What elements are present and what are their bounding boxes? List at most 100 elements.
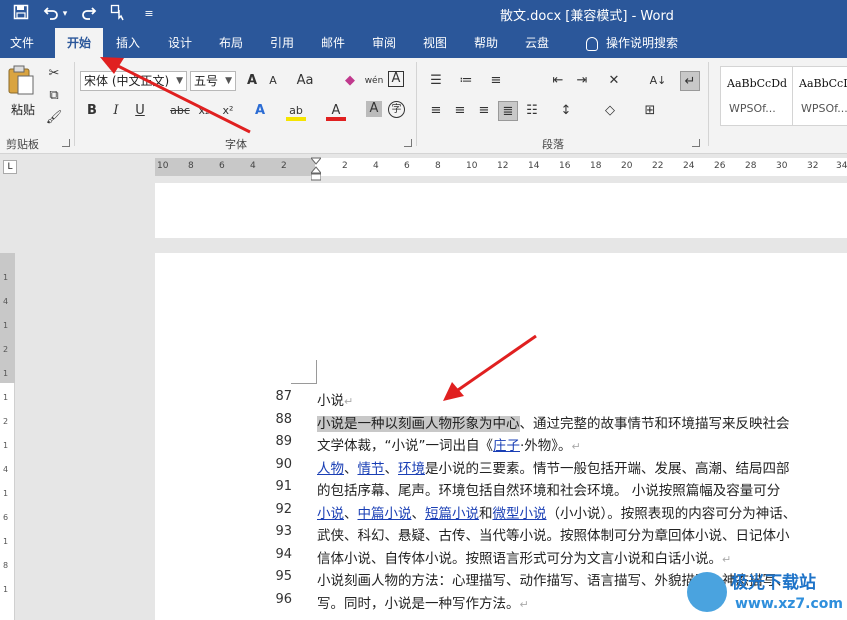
- justify-icon[interactable]: ≣: [498, 101, 518, 121]
- tab-mailings[interactable]: 邮件: [311, 28, 355, 58]
- strikethrough-button[interactable]: abc: [168, 101, 192, 121]
- ruler-number: 6: [404, 161, 410, 171]
- hyperlink[interactable]: 庄子: [493, 438, 520, 454]
- tab-layout[interactable]: 布局: [209, 28, 253, 58]
- character-shading-icon[interactable]: A: [366, 101, 382, 117]
- font-size-value: 五号: [194, 74, 219, 88]
- horizontal-ruler[interactable]: 10 8 6 4 2 2 4 6 8 10 12 14 16 18 20 22 24 26 28 30 32 34: [155, 158, 847, 176]
- ruler-number: 24: [683, 161, 695, 171]
- style-normal[interactable]: AaBbCcDd WPSOf...: [720, 66, 798, 126]
- text-run: 文学体裁，“小说”一词出自《: [317, 438, 493, 454]
- hyperlink[interactable]: 人物: [317, 461, 344, 477]
- bold-button[interactable]: B: [82, 101, 102, 121]
- tab-cloud[interactable]: 云盘: [515, 28, 559, 58]
- hyperlink[interactable]: 微型小说: [493, 506, 547, 522]
- text-line[interactable]: 文学体裁，“小说”一词出自《庄子·外物》。↵: [317, 434, 581, 454]
- style-no-spacing[interactable]: AaBbCcDd WPSOf...: [792, 66, 847, 126]
- clipboard-group-label: 剪贴板: [6, 138, 39, 151]
- text-run: 、通过完整的故事情节和环境描写来反映社会: [519, 415, 790, 432]
- decrease-indent-icon[interactable]: ⇤: [548, 71, 568, 91]
- tab-insert[interactable]: 插入: [106, 28, 150, 58]
- text-line[interactable]: 小说↵: [317, 389, 353, 409]
- text-line[interactable]: 小说是一种以刻画人物形象为中心、通过完整的故事情节和环境描写来反映社会: [317, 412, 790, 432]
- tab-references[interactable]: 引用: [260, 28, 304, 58]
- vertical-ruler-number: 8: [3, 561, 9, 570]
- redo-icon[interactable]: [80, 4, 98, 24]
- hyperlink[interactable]: 环境: [398, 461, 425, 477]
- borders-icon[interactable]: ⊞: [640, 101, 660, 121]
- vertical-ruler[interactable]: 1 4 1 2 1 1 2 1 4 1 6 1 8 1: [0, 253, 15, 620]
- chinese-layout-icon[interactable]: ✕: [604, 71, 624, 91]
- paragraph-launcher-icon[interactable]: [692, 139, 700, 147]
- bullets-icon[interactable]: ☰: [426, 71, 446, 91]
- text-line[interactable]: 人物、情节、环境是小说的三要素。情节一般包括开端、发展、高潮、结局四部: [317, 457, 790, 477]
- hyperlink[interactable]: 中篇小说: [358, 506, 412, 522]
- align-left-icon[interactable]: ≡: [426, 101, 446, 121]
- font-launcher-icon[interactable]: [404, 139, 412, 147]
- vertical-ruler-number: 2: [3, 417, 9, 426]
- undo-dropdown-icon[interactable]: ▾: [60, 4, 70, 24]
- text-line[interactable]: 写。同时，小说是一种写作方法。↵: [317, 592, 529, 612]
- text-run: 信体小说、自传体小说。按照语言形式可分为文言小说和白话小说。: [317, 550, 722, 567]
- increase-indent-icon[interactable]: ⇥: [572, 71, 592, 91]
- hyperlink[interactable]: 小说: [317, 506, 344, 522]
- phonetic-guide-icon[interactable]: wén: [364, 71, 384, 91]
- customize-icon[interactable]: ≡: [140, 4, 158, 24]
- font-group-label: 字体: [225, 138, 247, 151]
- line-number: 96: [275, 591, 292, 607]
- line-spacing-icon[interactable]: ↕: [556, 101, 576, 121]
- separator: [708, 62, 709, 146]
- tab-selector[interactable]: L: [3, 160, 17, 174]
- format-painter-icon[interactable]: 🖌: [44, 108, 64, 128]
- font-name-combo[interactable]: 宋体 (中文正文) ▼: [80, 71, 187, 91]
- superscript-button[interactable]: x²: [218, 101, 238, 121]
- copy-icon[interactable]: ⧉: [44, 86, 64, 106]
- tab-tell-me[interactable]: 操作说明搜索: [572, 28, 692, 58]
- enclose-characters-icon[interactable]: 字: [388, 101, 405, 118]
- shading-icon[interactable]: ◇: [600, 101, 620, 121]
- distributed-icon[interactable]: ☷: [522, 101, 542, 121]
- align-right-icon[interactable]: ≡: [474, 101, 494, 121]
- text-line[interactable]: 信体小说、自传体小说。按照语言形式可分为文言小说和白话小说。↵: [317, 547, 731, 567]
- text-line[interactable]: 的包括序幕、尾声。环境包括自然环境和社会环境。 小说按照篇幅及容量可分: [317, 479, 780, 499]
- tab-home[interactable]: 开始: [55, 28, 103, 58]
- show-marks-icon[interactable]: ↵: [680, 71, 700, 91]
- grow-font-icon[interactable]: A: [242, 71, 262, 91]
- subscript-button[interactable]: x₂: [194, 101, 214, 121]
- paragraph-mark: ↵: [571, 440, 581, 453]
- font-size-combo[interactable]: 五号 ▼: [190, 71, 236, 91]
- clipboard-launcher-icon[interactable]: [62, 139, 70, 147]
- character-border-icon[interactable]: A: [388, 71, 404, 87]
- numbering-icon[interactable]: ≔: [456, 71, 476, 91]
- line-number: 93: [275, 524, 292, 539]
- style-sample: AaBbCcDd: [727, 77, 788, 90]
- change-case-icon[interactable]: Aa: [293, 71, 317, 91]
- undo-icon[interactable]: [42, 4, 60, 24]
- tab-view[interactable]: 视图: [413, 28, 457, 58]
- tab-help[interactable]: 帮助: [464, 28, 508, 58]
- tab-file[interactable]: 文件: [0, 28, 44, 58]
- vertical-ruler-number: 2: [3, 345, 9, 354]
- save-icon[interactable]: [12, 4, 30, 24]
- cut-icon[interactable]: ✂: [44, 64, 64, 84]
- paste-button[interactable]: 粘贴: [6, 64, 40, 120]
- align-center-icon[interactable]: ≡: [450, 101, 470, 121]
- clear-formatting-icon[interactable]: ◆: [340, 71, 360, 91]
- underline-button[interactable]: U: [130, 101, 150, 121]
- tab-design[interactable]: 设计: [158, 28, 202, 58]
- text-line[interactable]: 武侠、科幻、悬疑、古传、当代等小说。按照体制可分为章回体小说、日记体小: [317, 524, 790, 544]
- text-line[interactable]: 小说、中篇小说、短篇小说和微型小说（小小说）。按照表现的内容可分为神话、: [317, 502, 796, 522]
- multilevel-list-icon[interactable]: ≡: [486, 71, 506, 91]
- highlight-color-icon[interactable]: ab: [286, 101, 306, 121]
- shrink-font-icon[interactable]: A: [263, 71, 283, 91]
- sort-icon[interactable]: A↓: [648, 71, 668, 91]
- font-color-icon[interactable]: A: [326, 101, 346, 121]
- touch-mode-icon[interactable]: [110, 4, 128, 24]
- hyperlink[interactable]: 情节: [358, 461, 385, 477]
- text-effects-icon[interactable]: A: [250, 101, 270, 121]
- hyperlink[interactable]: 短篇小说: [425, 506, 479, 522]
- tab-review[interactable]: 审阅: [362, 28, 406, 58]
- indent-marker-icon[interactable]: [311, 155, 321, 183]
- italic-button[interactable]: I: [106, 101, 126, 121]
- text-run: 和: [479, 505, 493, 522]
